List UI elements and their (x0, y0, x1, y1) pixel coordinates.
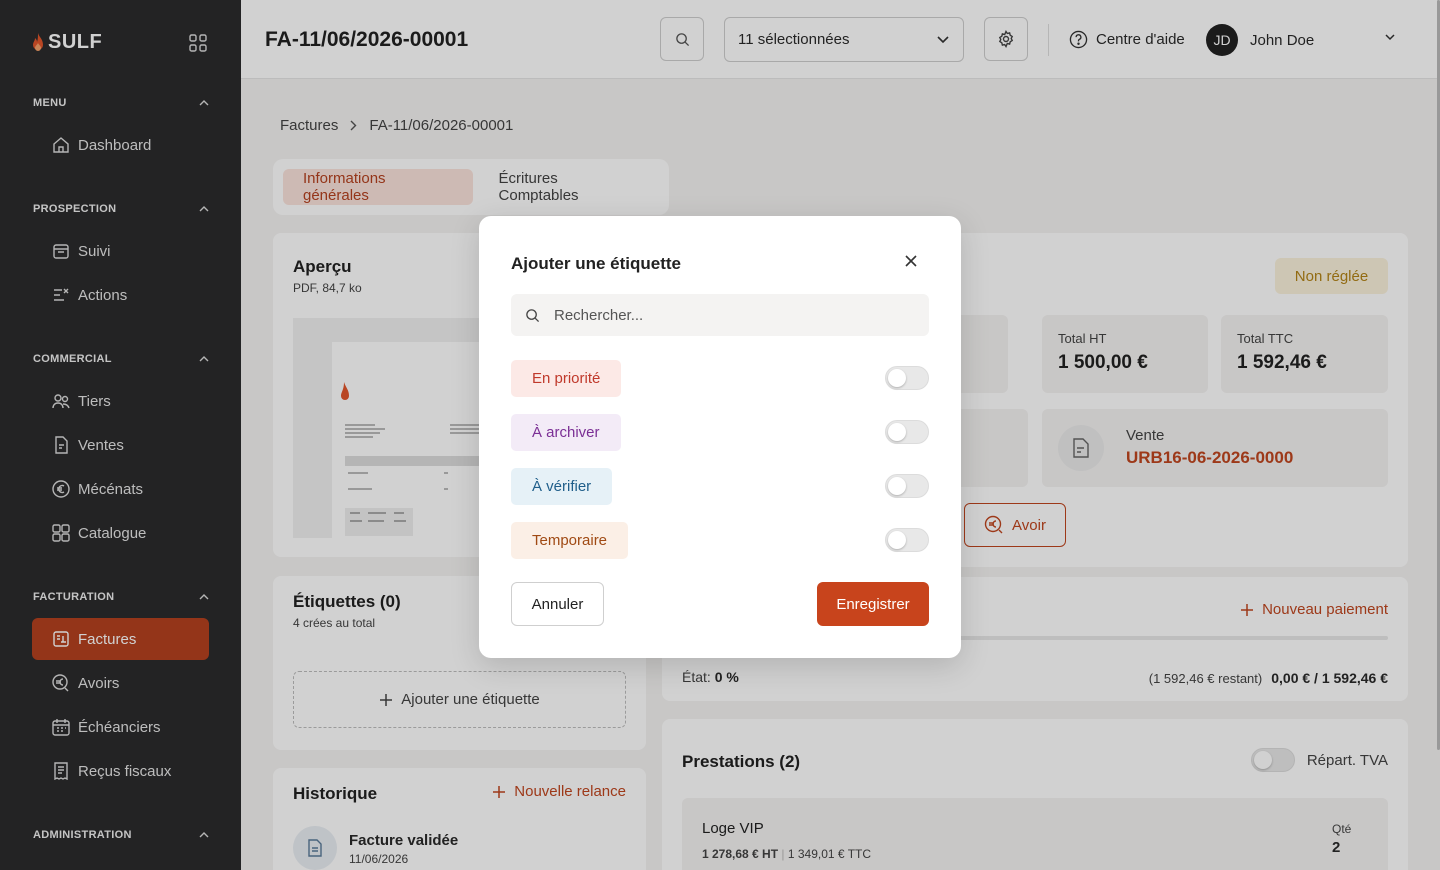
save-button[interactable]: Enregistrer (817, 582, 929, 626)
tag-row: À vérifier (511, 467, 929, 505)
search-icon (526, 308, 540, 322)
tag-toggle[interactable] (885, 366, 929, 390)
cancel-button[interactable]: Annuler (511, 582, 604, 626)
search-input[interactable] (554, 306, 894, 324)
modal-search (511, 294, 929, 336)
tag-chip: En priorité (511, 359, 622, 397)
tag-toggle[interactable] (885, 420, 929, 444)
tag-toggle[interactable] (885, 474, 929, 498)
tag-chip: À vérifier (511, 467, 613, 505)
tag-chip: À archiver (511, 413, 621, 451)
tag-row: À archiver (511, 413, 929, 451)
add-label-modal: Ajouter une étiquette En priorité À archi… (479, 216, 961, 658)
modal-title: Ajouter une étiquette (511, 254, 682, 273)
tag-row: En priorité (511, 359, 929, 397)
tag-row: Temporaire (511, 521, 929, 559)
close-icon[interactable] (905, 255, 917, 267)
tag-toggle[interactable] (885, 528, 929, 552)
tag-chip: Temporaire (511, 521, 629, 559)
